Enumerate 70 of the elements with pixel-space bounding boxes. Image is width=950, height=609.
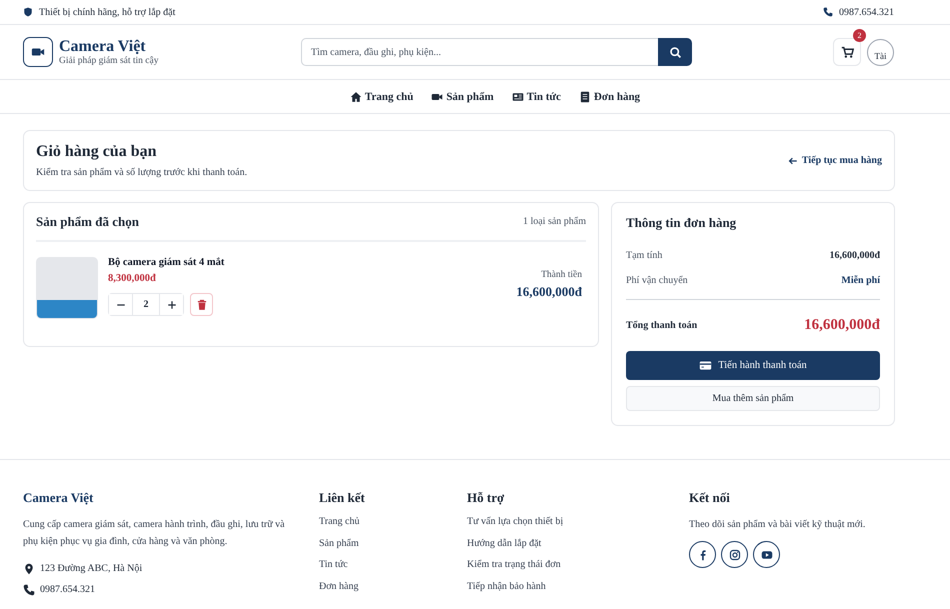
avatar-alt-text: Tài [874, 50, 886, 62]
social-button[interactable] [721, 541, 748, 568]
footer-link[interactable]: Sản phẩm [319, 538, 467, 559]
section-title: Thông tin đơn hàng [626, 215, 738, 231]
footer-heading: Hỗ trợ [467, 490, 506, 506]
footer-link[interactable]: Hướng dẫn lắp đặt [467, 538, 689, 559]
line-total: 16,600,000đ [516, 284, 582, 300]
search-button[interactable] [658, 38, 692, 66]
delete-button[interactable] [190, 293, 213, 316]
footer-link[interactable]: Tin tức [319, 559, 467, 580]
footer-address: 123 Đường ABC, Hà Nội [40, 563, 142, 574]
brand-name[interactable]: Camera Việt [59, 38, 158, 56]
total-label: Tổng thanh toán [626, 320, 698, 331]
footer-link[interactable]: Kiểm tra trạng thái đơn [467, 559, 689, 580]
continue-shopping-link[interactable]: Tiếp tục mua hàng [788, 155, 882, 166]
phone-icon [23, 584, 35, 596]
footer-link[interactable]: Tư vấn lựa chọn thiết bị [467, 516, 689, 538]
arrow-left-icon [788, 156, 798, 166]
footer-link[interactable]: Đơn hàng [319, 580, 467, 602]
cart-button[interactable] [833, 38, 861, 66]
summary-value: 16,600,000đ [829, 250, 880, 261]
phone-number: 0987.654.321 [839, 6, 894, 18]
document-icon [578, 90, 591, 102]
search-field[interactable]: Tìm camera, đầu ghi, phụ kiện... [301, 38, 658, 66]
nav-link[interactable]: Sản phẩm [431, 90, 494, 102]
continue-shopping-button[interactable]: Mua thêm sản phẩm [626, 386, 880, 411]
footer-phone: 0987.654.321 [40, 584, 95, 595]
shield-icon [23, 7, 33, 17]
page-subtitle: Kiểm tra sản phẩm và số lượng trước khi thanh toán. [36, 167, 248, 178]
nav-link[interactable]: Trang chủ [350, 90, 414, 102]
logo-icon[interactable] [23, 37, 53, 67]
line-total-label: Thành tiền [540, 270, 582, 280]
product-photo-placeholder [36, 257, 98, 319]
summary-label: Tạm tính [626, 250, 662, 261]
location-pin-icon [23, 562, 35, 574]
search-icon [668, 46, 682, 58]
footer-brand: Camera Việt [23, 490, 94, 506]
checkout-button[interactable]: Tiến hành thanh toán [626, 351, 880, 380]
youtube-icon [760, 548, 772, 560]
section-title: Sản phẩm đã chọn [36, 214, 139, 230]
plus-icon [166, 298, 178, 310]
nav-link[interactable]: Đơn hàng [578, 90, 640, 102]
product-price: 8,300,000đ [108, 273, 157, 284]
footer-heading: Liên kết [319, 490, 366, 506]
cart-icon [840, 46, 854, 58]
footer-text: Theo dõi sản phẩm và bài viết kỹ thuật mới. [689, 518, 866, 532]
footer-about: Cung cấp camera giám sát, camera hành trình, đầu ghi, lưu trữ và phụ kiện phục vụ gia đình, cửa hàng và văn phòng. [23, 518, 286, 549]
social-button[interactable] [689, 541, 716, 568]
phone-icon [823, 7, 833, 17]
home-icon [350, 90, 362, 102]
nav-link[interactable]: Tin tức [512, 90, 561, 102]
summary-value: Miễn phí [841, 275, 880, 286]
brand-tagline: Giải pháp giám sát tin cậy [59, 56, 158, 66]
avatar[interactable]: Tài [867, 38, 894, 66]
item-count: 1 loại sản phẩm [522, 216, 586, 227]
footer-link[interactable]: Trang chủ [319, 516, 467, 538]
social-button[interactable] [753, 541, 780, 568]
footer-heading: Kết nối [689, 490, 731, 506]
instagram-icon [728, 548, 740, 560]
product-name[interactable]: Bộ camera giám sát 4 mắt [108, 257, 516, 268]
newspaper-icon [512, 90, 524, 102]
trash-icon [196, 298, 208, 310]
credit-card-icon [699, 359, 712, 372]
summary-label: Phí vận chuyển [626, 275, 688, 286]
quantity-stepper[interactable]: 2 [108, 293, 184, 316]
notice-text: Thiết bị chính hãng, hỗ trợ lắp đặt [39, 6, 176, 18]
total-amount: 16,600,000đ [804, 317, 880, 334]
page-title: Giỏ hàng của bạn [36, 143, 158, 161]
cart-count-badge: 2 [853, 29, 866, 42]
footer-link[interactable]: Tiếp nhận bảo hành [467, 580, 689, 602]
